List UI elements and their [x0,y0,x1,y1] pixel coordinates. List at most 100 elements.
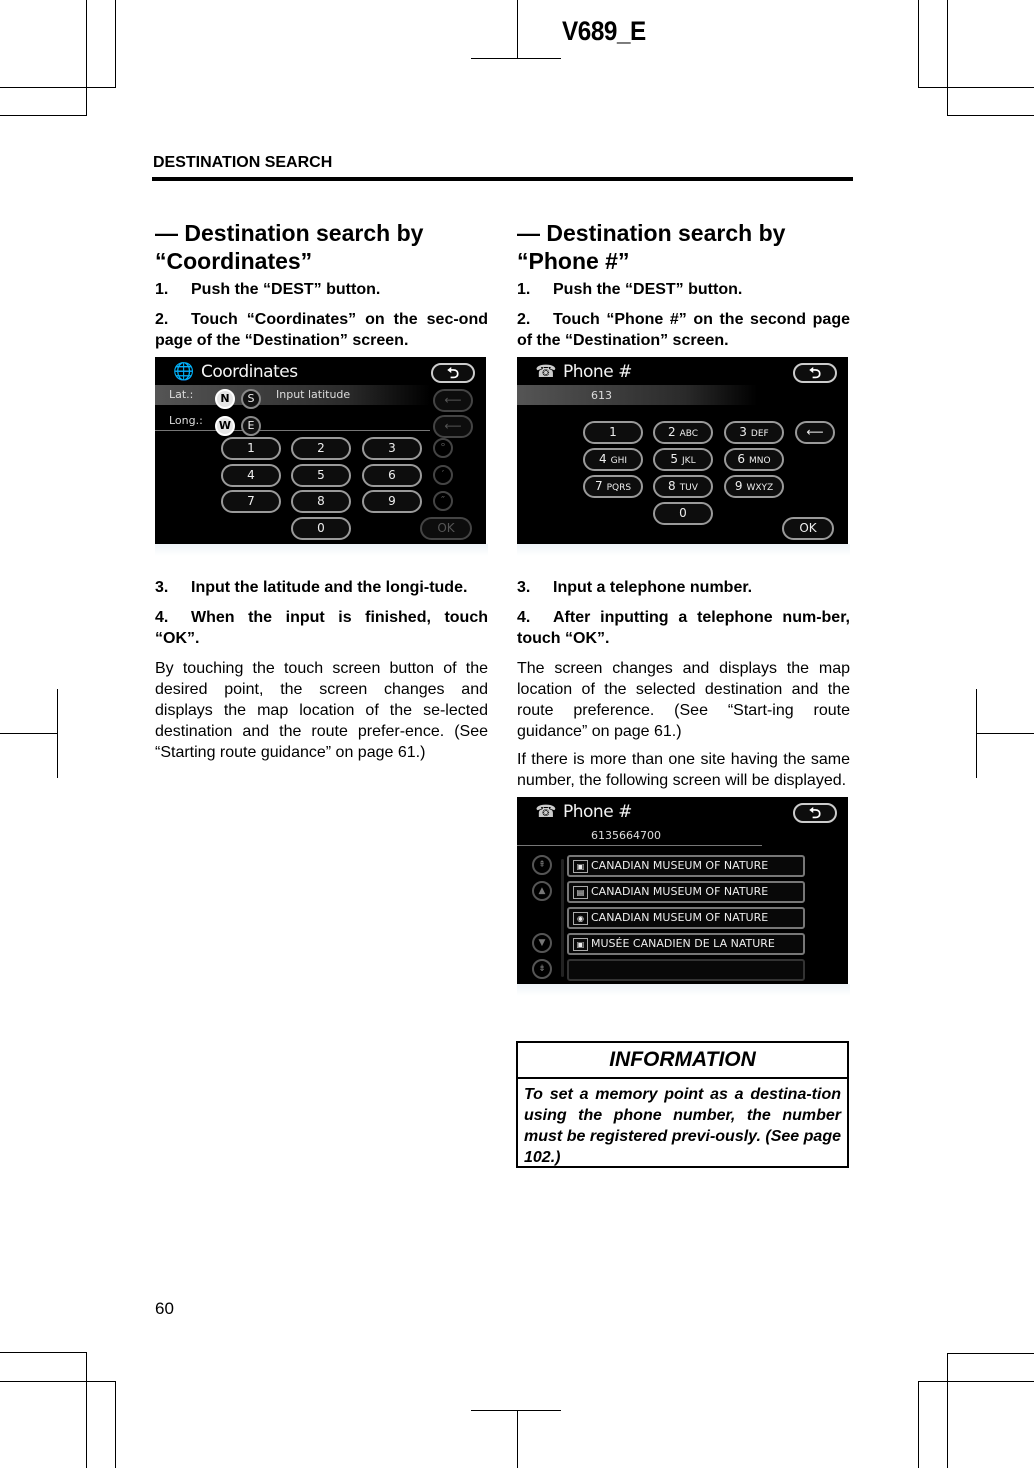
back-button[interactable]: ⮌ [431,363,475,383]
long-label: Long.: [169,414,203,427]
crop-mark [976,733,1034,734]
crop-mark [0,87,116,88]
page-down-button[interactable]: ⇟ [532,959,552,979]
key-1[interactable]: 1 [221,437,281,460]
lat-label: Lat.: [169,388,194,401]
south-button[interactable]: S [241,389,261,409]
multiple-results-paragraph: If there is more than one site having th… [517,751,850,789]
phone-number-field[interactable] [517,385,757,405]
key-1[interactable]: 1 [583,421,643,444]
crop-mark [0,115,87,116]
key-7[interactable]: 7 PQRS [583,475,643,498]
step-4: 4. After inputting a telephone num-ber, t… [517,609,850,647]
information-body: To set a memory point as a destina-tion … [524,1086,841,1166]
ok-button[interactable]: OK [420,517,472,540]
key-3[interactable]: 3 DEF [724,421,784,444]
coordinates-section: — Destination search by “Coordinates” 1.… [155,219,488,770]
back-button[interactable]: ⮌ [793,363,837,383]
delete-latitude-button[interactable]: ⟵ [433,389,473,412]
step-1: 1. Push the “DEST” button. [517,281,743,298]
key-5[interactable]: 5 JKL [653,448,713,471]
result-item-empty [567,959,805,981]
key-5[interactable]: 5 [291,464,351,487]
minute-button[interactable]: ′ [433,465,453,485]
poi-landmark-icon: ◉ [573,912,588,925]
information-title: INFORMATION [518,1043,847,1079]
result-item[interactable]: ◉ CANADIAN MUSEUM OF NATURE [567,907,805,929]
key-8[interactable]: 8 TUV [653,475,713,498]
crop-mark [86,0,87,115]
crop-mark [0,1381,116,1382]
crop-mark [0,733,58,734]
page-number: 60 [155,1299,174,1318]
section-title: — Destination search by “Coordinates” [155,220,424,274]
key-2[interactable]: 2 ABC [653,421,713,444]
result-item[interactable]: ▤ CANADIAN MUSEUM OF NATURE [567,881,805,903]
searched-number: 6135664700 [591,829,661,842]
crop-mark [517,0,518,58]
key-2[interactable]: 2 [291,437,351,460]
crop-mark [918,0,919,88]
scroll-down-button[interactable]: ▼ [532,933,552,953]
phone-results-screen: ☎ Phone # ⮌ 6135664700 ⇞ ▲ ▼ ⇟ ▣ CANADIAN… [517,797,848,984]
key-8[interactable]: 8 [291,490,351,513]
header-rule [152,177,853,181]
crop-mark [115,0,116,88]
key-0[interactable]: 0 [291,517,351,540]
step-3: 3. Input the latitude and the longi-tude. [155,579,468,596]
key-3[interactable]: 3 [362,437,422,460]
result-item[interactable]: ▣ MUSÉE CANADIEN DE LA NATURE [567,933,805,955]
document-id: V689_E [562,16,646,46]
key-0[interactable]: 0 [653,502,713,525]
latitude-placeholder: Input latitude [276,388,351,401]
phone-icon: ☎ [535,802,557,822]
ok-button[interactable]: OK [782,517,834,540]
result-paragraph: By touching the touch screen button of t… [155,660,488,761]
number-underline [517,845,762,846]
degree-button[interactable]: ° [433,438,453,458]
west-button[interactable]: W [215,416,235,436]
back-button[interactable]: ⮌ [793,803,837,823]
poi-building-icon: ▤ [573,886,588,899]
information-box: INFORMATION To set a memory point as a d… [516,1041,849,1168]
scroll-up-button[interactable]: ▲ [532,881,552,901]
crop-mark [918,1381,1034,1382]
poi-museum-icon: ▣ [573,938,588,951]
delete-longitude-button[interactable]: ⟵ [433,415,473,438]
crop-mark [471,1410,561,1411]
key-9[interactable]: 9 WXYZ [724,475,784,498]
key-4[interactable]: 4 GHI [583,448,643,471]
key-6[interactable]: 6 [362,464,422,487]
page-up-button[interactable]: ⇞ [532,855,552,875]
crop-mark [115,1381,116,1468]
crop-mark [918,1381,919,1468]
result-item[interactable]: ▣ CANADIAN MUSEUM OF NATURE [567,855,805,877]
east-button[interactable]: E [241,416,261,436]
result-paragraph: The screen changes and displays the map … [517,660,850,740]
crop-mark [918,87,1034,88]
coordinates-screen: 🌐 Coordinates ⮌ Lat.: N S Input latitude… [155,357,486,544]
crop-mark [86,1352,87,1468]
second-button[interactable]: ″ [433,491,453,511]
key-6[interactable]: 6 MNO [724,448,784,471]
crop-mark [0,1352,87,1353]
key-4[interactable]: 4 [221,464,281,487]
crop-mark [947,1353,948,1468]
delete-button[interactable]: ⟵ [795,421,835,444]
step-2: 2. Touch “Coordinates” on the sec-ond pag… [155,311,488,349]
crop-mark [947,115,1034,116]
screen-title: Phone # [563,802,632,822]
phone-section: — Destination search by “Phone #” 1. Push… [517,219,850,996]
crop-mark [517,1410,518,1468]
phone-icon: ☎ [535,362,557,382]
scrollbar[interactable] [561,859,564,977]
key-7[interactable]: 7 [221,490,281,513]
north-button[interactable]: N [215,389,235,409]
section-header: DESTINATION SEARCH [153,154,333,171]
screen-title: Phone # [563,362,632,382]
step-4: 4. When the input is finished, touch “OK”… [155,609,488,647]
entered-number: 613 [591,389,612,402]
crop-mark [471,58,561,59]
crop-mark [947,1353,1034,1354]
key-9[interactable]: 9 [362,490,422,513]
